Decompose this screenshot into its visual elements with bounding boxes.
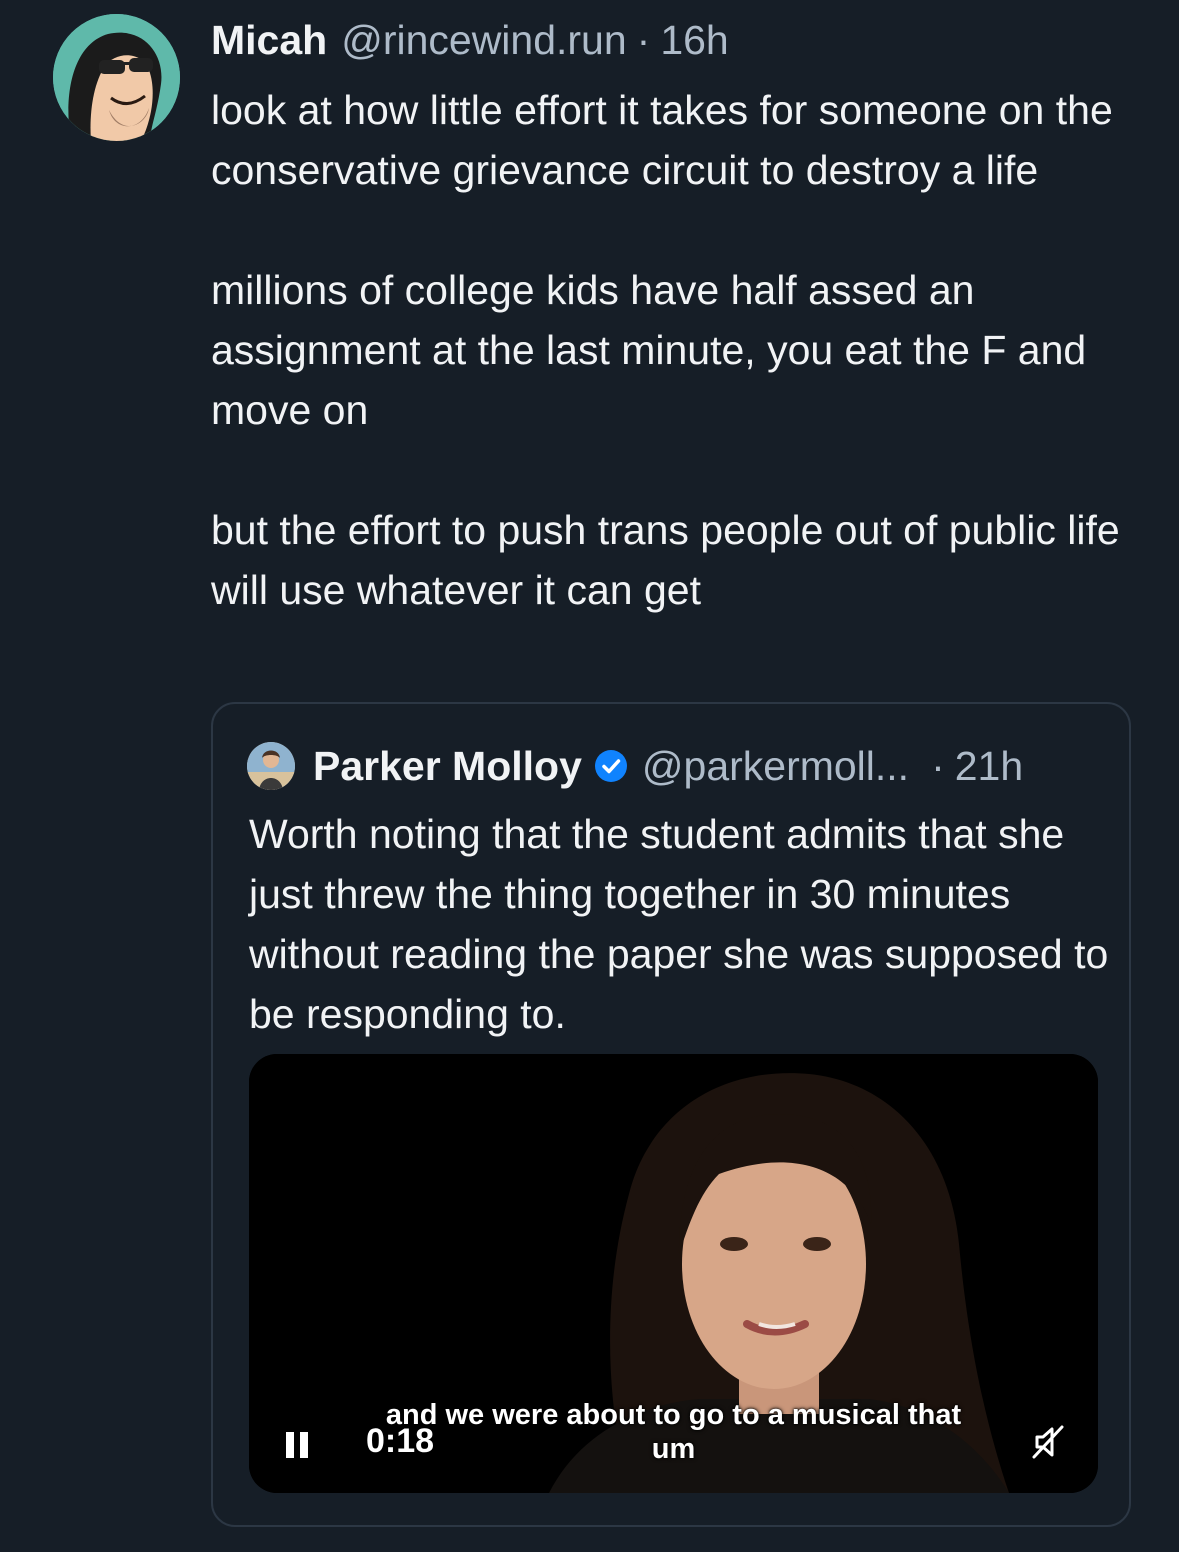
profile-photo-icon [247,742,295,790]
author-handle[interactable]: @rincewind.run [341,12,626,68]
quoted-post-header: Parker Molloy @parkermoll... · 21h [247,738,1023,794]
cartoon-avatar-icon [53,14,180,141]
post-text: look at how little effort it takes for s… [211,80,1151,620]
author-name[interactable]: Micah [211,12,327,68]
post[interactable]: Micah @rincewind.run · 16h look at how l… [0,0,1179,1552]
video-timestamp: 0:18 [366,1422,435,1460]
separator-dot: · [931,742,945,789]
post-paragraph-2: millions of college kids have half assed… [211,267,1087,433]
quoted-post-timestamp[interactable]: 21h [955,743,1023,790]
author-avatar[interactable] [53,14,180,141]
quoted-author-handle[interactable]: @parkermoll... [642,743,909,790]
muted-speaker-icon [1032,1425,1064,1459]
pause-icon [286,1432,308,1458]
post-timestamp[interactable]: 16h [660,12,728,68]
quoted-author-avatar[interactable] [247,742,295,790]
video-player[interactable]: and we were about to go to a musical tha… [249,1054,1098,1493]
post-paragraph-1: look at how little effort it takes for s… [211,87,1113,193]
mute-button[interactable] [1029,1422,1069,1462]
separator-dot: · [636,17,651,63]
post-header: Micah @rincewind.run · 16h [211,12,729,68]
pause-button[interactable] [279,1424,319,1464]
quoted-author-name[interactable]: Parker Molloy [313,743,582,790]
quoted-post-text: Worth noting that the student admits tha… [249,811,1109,1037]
verified-badge-icon [594,750,627,782]
post-paragraph-3: but the effort to push trans people out … [211,507,1120,613]
quoted-post-card[interactable]: Parker Molloy @parkermoll... · 21h Worth… [211,702,1131,1527]
